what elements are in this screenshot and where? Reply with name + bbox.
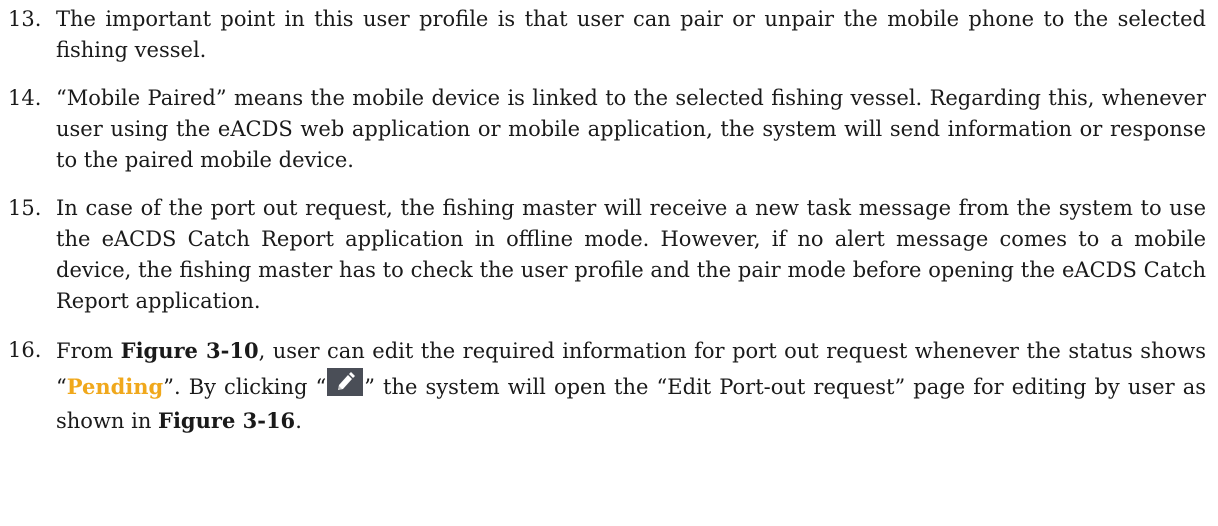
list-item-13: 13. The important point in this user pro…: [8, 4, 1206, 66]
pencil-edit-icon: [327, 368, 364, 396]
item-text: “Mobile Paired” means the mobile device …: [56, 86, 1206, 172]
item-number: 16.: [8, 338, 42, 362]
item-number: 15.: [8, 196, 42, 220]
item-text: In case of the port out request, the fis…: [56, 196, 1206, 313]
item-text-part: From: [56, 339, 121, 363]
item-text: The important point in this user profile…: [56, 7, 1206, 62]
document-body: 13. The important point in this user pro…: [8, 4, 1206, 455]
item-text-part: ”. By clicking “: [163, 375, 327, 399]
list-item-14: 14. “Mobile Paired” means the mobile dev…: [8, 83, 1206, 176]
list-item-15: 15. In case of the port out request, the…: [8, 193, 1206, 317]
item-number: 13.: [8, 7, 42, 31]
item-number: 14.: [8, 86, 42, 110]
item-text-part: .: [295, 409, 302, 433]
figure-reference: Figure 3-10: [120, 338, 259, 363]
pending-status-text: Pending: [66, 374, 164, 399]
figure-reference: Figure 3-16: [158, 408, 296, 433]
list-item-16: 16. From Figure 3-10, user can edit the …: [8, 334, 1206, 438]
